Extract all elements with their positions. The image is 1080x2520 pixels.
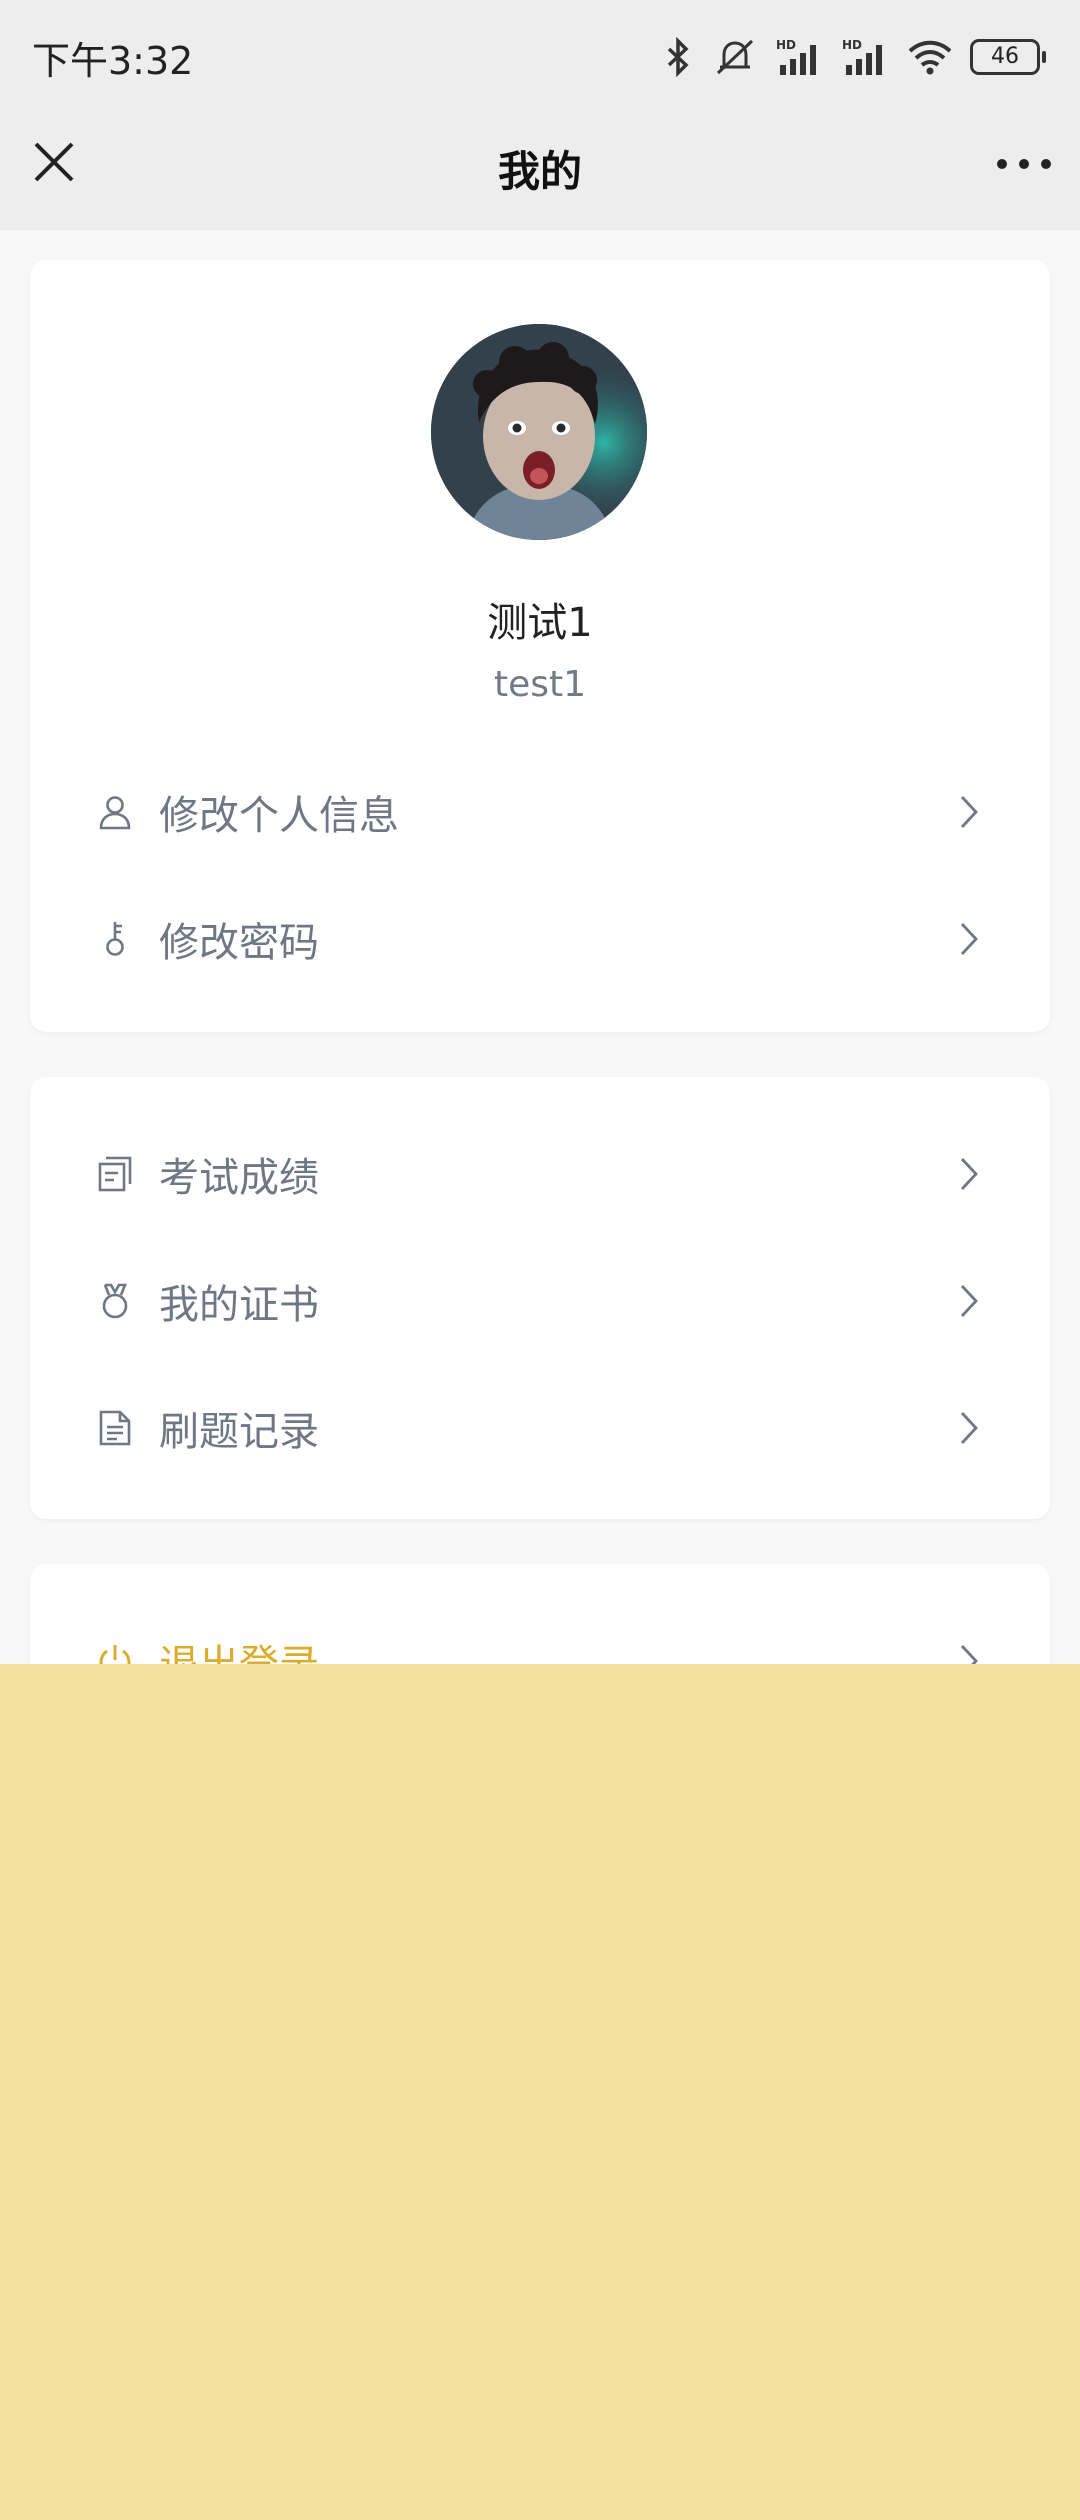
page-title: 我的: [497, 147, 582, 196]
menu-label: 修改个人信息: [159, 793, 399, 839]
menu-item-exam-scores[interactable]: 考试成绩: [30, 1119, 1050, 1229]
svg-text:HD: HD: [842, 38, 862, 52]
menu-label: 修改密码: [159, 920, 319, 966]
signal-hd-icon: HD: [842, 38, 882, 75]
bluetooth-icon: [667, 37, 689, 77]
chevron-right-icon: [960, 1412, 978, 1444]
battery-icon: 46: [970, 39, 1046, 75]
mute-icon: [716, 39, 754, 75]
status-bar: 下午3:32 HD HD 46: [0, 0, 1080, 114]
menu-label: 考试成绩: [159, 1155, 319, 1201]
menu-item-edit-profile[interactable]: 修改个人信息: [30, 757, 1050, 867]
chevron-right-icon: [960, 796, 978, 828]
menu-item-certificates[interactable]: 我的证书: [30, 1246, 1050, 1356]
status-time: 下午3:32: [32, 39, 194, 83]
menu-label: 刷题记录: [159, 1409, 319, 1455]
chevron-right-icon: [960, 923, 978, 955]
svg-text:HD: HD: [776, 38, 796, 52]
key-icon: [106, 922, 124, 956]
profile-account: test1: [493, 664, 587, 705]
profile-card: 测试1 test1 修改个人信息 修改密码: [30, 260, 1050, 1032]
records-card: 考试成绩 我的证书 刷题记录: [30, 1077, 1050, 1519]
more-icon[interactable]: [992, 140, 1056, 184]
signal-hd-icon: HD: [776, 38, 816, 75]
wifi-icon: [908, 40, 952, 75]
status-icons: HD HD 46: [660, 34, 1046, 80]
chevron-right-icon: [960, 1158, 978, 1190]
menu-label: 我的证书: [159, 1282, 319, 1328]
document-icon: [99, 1410, 131, 1446]
score-icon: [98, 1156, 132, 1192]
bottom-overlay: [0, 1664, 1080, 2520]
chevron-right-icon: [960, 1285, 978, 1317]
certificate-icon: [102, 1283, 128, 1319]
menu-item-practice-records[interactable]: 刷题记录: [30, 1373, 1050, 1483]
menu-item-change-password[interactable]: 修改密码: [30, 884, 1050, 994]
avatar[interactable]: [431, 324, 647, 540]
user-icon: [99, 796, 131, 830]
profile-name: 测试1: [487, 600, 593, 646]
